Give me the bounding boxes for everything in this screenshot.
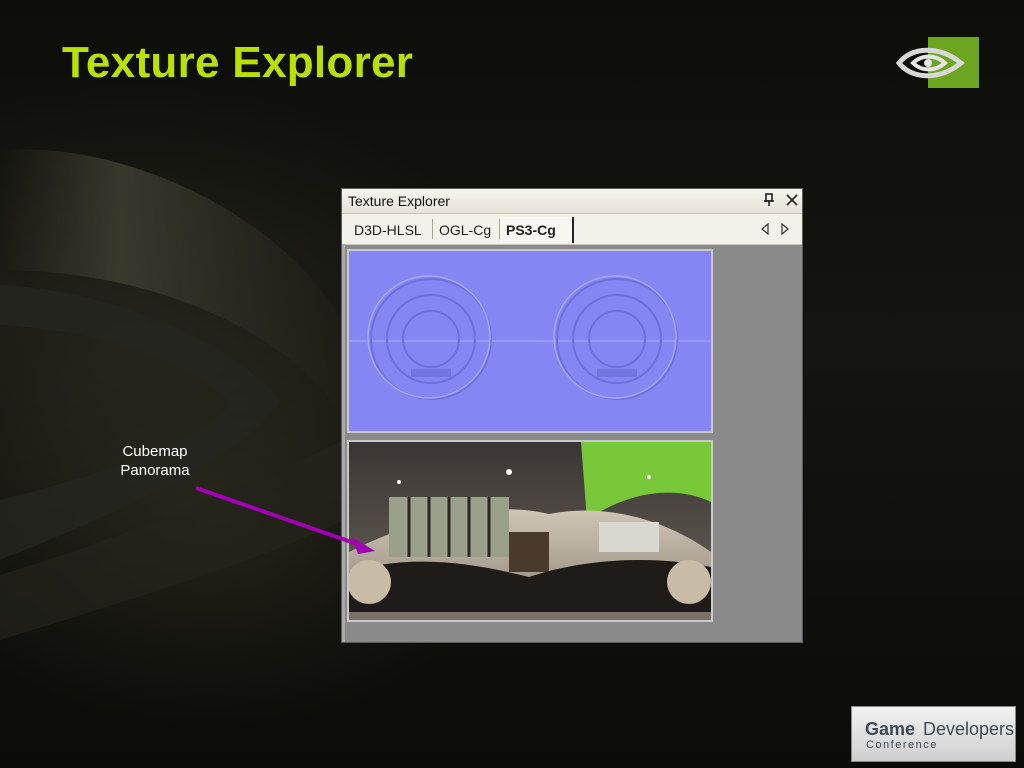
close-icon[interactable] (785, 192, 799, 208)
arrow-left-icon[interactable] (760, 223, 770, 235)
gdc-logo-developers: Developers (923, 719, 1015, 739)
gdc-logo-game: Game (865, 719, 916, 739)
texture-explorer-panel: Texture Explorer D3D-HLSL OGL-Cg PS3-Cg (341, 188, 803, 643)
panel-edge (342, 244, 345, 642)
tab-bar: D3D-HLSL OGL-Cg PS3-Cg (342, 214, 802, 245)
slide-title: Texture Explorer (62, 38, 414, 87)
annotation-line-2: Panorama (120, 462, 190, 479)
gdc-logo: Game Developers Conference (851, 706, 1016, 762)
eye-logo (895, 37, 979, 88)
normal-map-thumbnail[interactable] (347, 249, 713, 433)
pin-icon[interactable] (763, 193, 775, 207)
arrow-right-icon[interactable] (780, 223, 790, 235)
annotation-line-1: Cubemap (122, 443, 188, 460)
cubemap-panorama-image (349, 442, 711, 620)
annotation-label: Cubemap Panorama (100, 442, 210, 480)
tab-separator (432, 219, 433, 239)
tab-ogl-cg[interactable]: OGL-Cg (439, 219, 491, 241)
panel-titlebar: Texture Explorer (342, 189, 802, 214)
tab-separator (499, 219, 500, 239)
cubemap-panorama-thumbnail[interactable] (347, 440, 713, 622)
panel-title: Texture Explorer (348, 193, 450, 209)
normal-map-image (349, 251, 711, 431)
tab-d3d-hlsl[interactable]: D3D-HLSL (354, 219, 422, 241)
gdc-logo-conference: Conference (866, 739, 938, 751)
tab-ps3-cg[interactable]: PS3-Cg (506, 219, 556, 241)
